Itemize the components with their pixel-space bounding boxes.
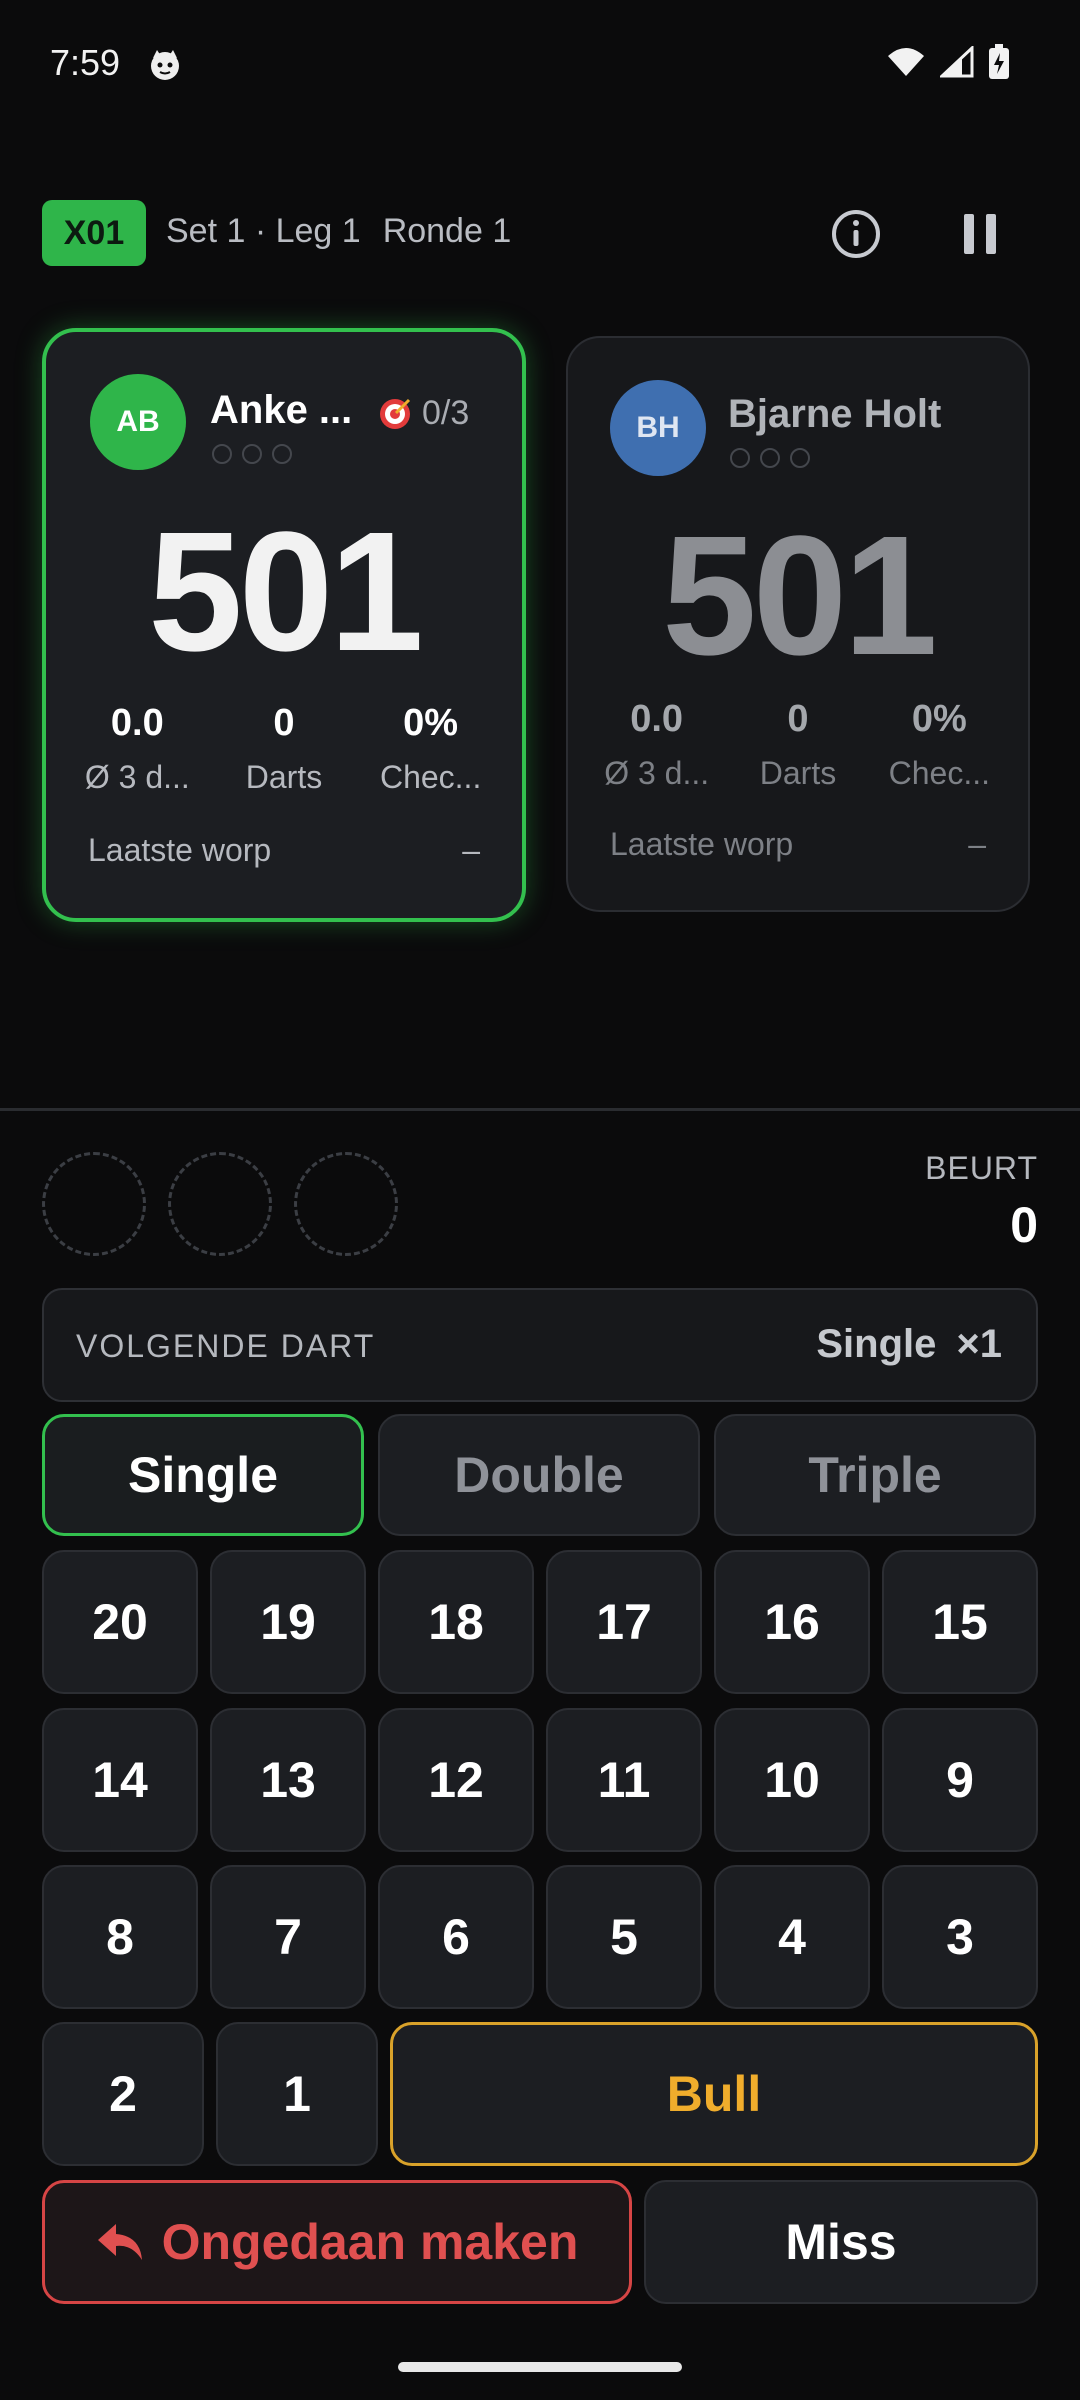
multiplier-double-button[interactable]: Double [378,1414,700,1536]
number-button-18[interactable]: 18 [378,1550,534,1694]
number-button-10[interactable]: 10 [714,1708,870,1852]
set-leg-label: Set 1 · Leg 1 [166,212,361,250]
stat-value: 0 [787,698,809,740]
miss-button[interactable]: Miss [644,2180,1038,2304]
stat-value: 0% [911,698,967,740]
leg-dot [212,444,232,464]
last-throw-row: Laatste worp – [88,832,480,869]
turn-label: BEURT [925,1150,1038,1186]
checkout-counter: 0/3 [376,394,469,433]
number-button-11[interactable]: 11 [546,1708,702,1852]
dart-slot-2 [168,1152,272,1256]
stat-label: Ø 3 d... [84,759,190,795]
player-card-inactive[interactable]: BH Bjarne Holt 501 0.0 Ø 3 d... 0 Darts … [566,336,1030,912]
next-dart-bar: VOLGENDE DART Single ×1 [42,1288,1038,1402]
undo-icon [97,2224,142,2260]
leg-dot [790,448,810,468]
number-button-17[interactable]: 17 [546,1550,702,1694]
turn-total: 0 [1010,1197,1038,1253]
last-throw-label: Laatste worp [88,832,272,868]
bull-button[interactable]: Bull [390,2022,1038,2166]
number-button-4[interactable]: 4 [714,1865,870,2009]
multiplier-triple-button[interactable]: Triple [714,1414,1036,1536]
status-time: 7:59 [50,42,121,83]
avatar: BH [610,380,706,476]
leg-indicators [730,448,810,468]
number-button-7[interactable]: 7 [210,1865,366,2009]
dart-slot-1 [42,1152,146,1256]
player-card-active[interactable]: AB Anke ... 0/3 501 0.0 Ø 3 d... 0 Darts… [42,328,526,922]
player-stats: 0.0 Ø 3 d... 0 Darts 0% Chec... [46,702,522,796]
number-button-8[interactable]: 8 [42,1865,198,2009]
undo-button[interactable]: Ongedaan maken [42,2180,632,2304]
number-button-3[interactable]: 3 [882,1865,1038,2009]
next-dart-mode: Single [816,1322,937,1366]
next-dart-value: Single ×1 [816,1322,1002,1367]
pause-icon[interactable] [950,204,1010,264]
stat-value: 0 [273,702,295,744]
number-button-19[interactable]: 19 [210,1550,366,1694]
player-name: Bjarne Holt [728,392,942,436]
stat-darts: 0 Darts [219,702,349,796]
number-button-16[interactable]: 16 [714,1550,870,1694]
player-stats: 0.0 Ø 3 d... 0 Darts 0% Chec... [568,698,1028,792]
stat-label: Darts [245,759,323,795]
number-button-15[interactable]: 15 [882,1550,1038,1694]
stat-checkout: 0% Chec... [366,702,496,796]
last-throw-label: Laatste worp [610,826,794,862]
battery-charging-icon [989,44,1009,79]
section-divider [0,1108,1080,1111]
info-icon[interactable] [826,204,886,264]
wifi-icon [888,48,924,76]
stat-checkout: 0% Chec... [874,698,1004,792]
number-button-9[interactable]: 9 [882,1708,1038,1852]
status-bar: 7:59 [0,0,1080,130]
number-button-5[interactable]: 5 [546,1865,702,2009]
mode-badge: X01 [42,200,146,266]
signal-icon [940,46,974,78]
checkout-value: 0/3 [422,394,470,432]
home-indicator[interactable] [398,2362,682,2372]
stat-value: 0% [403,702,459,744]
next-dart-label: VOLGENDE DART [76,1328,376,1364]
round-label: Ronde 1 [382,212,512,250]
last-throw-row: Laatste worp – [610,826,986,863]
leg-indicators [212,444,292,464]
stat-value: 0.0 [110,702,164,744]
leg-dot [242,444,262,464]
undo-label: Ongedaan maken [161,2214,579,2270]
dart-slot-3 [294,1152,398,1256]
number-button-2[interactable]: 2 [42,2022,204,2166]
number-button-6[interactable]: 6 [378,1865,534,2009]
stat-darts: 0 Darts [733,698,863,792]
game-progress: Set 1 · Leg 1 Ronde 1 [166,212,533,251]
multiplier-single-button[interactable]: Single [42,1414,364,1536]
stat-value: 0.0 [630,698,684,740]
stat-average: 0.0 Ø 3 d... [72,702,202,796]
number-button-14[interactable]: 14 [42,1708,198,1852]
player-score: 501 [148,497,424,687]
stat-label: Darts [759,755,837,791]
number-button-12[interactable]: 12 [378,1708,534,1852]
target-icon [380,398,411,429]
stat-label: Ø 3 d... [604,755,710,791]
player-name: Anke ... [210,388,353,432]
next-dart-multiplier: ×1 [956,1322,1002,1366]
leg-dot [272,444,292,464]
player-score: 501 [662,501,938,691]
number-button-1[interactable]: 1 [216,2022,378,2166]
last-throw-value: – [968,826,986,862]
game-header: X01 Set 1 · Leg 1 Ronde 1 [42,198,1042,268]
stat-label: Chec... [888,755,990,791]
avatar: AB [90,374,186,470]
leg-dot [760,448,780,468]
number-button-20[interactable]: 20 [42,1550,198,1694]
stat-average: 0.0 Ø 3 d... [592,698,722,792]
number-button-13[interactable]: 13 [210,1708,366,1852]
last-throw-value: – [462,832,480,868]
leg-dot [730,448,750,468]
cat-icon [151,50,179,80]
stat-label: Chec... [379,759,482,795]
